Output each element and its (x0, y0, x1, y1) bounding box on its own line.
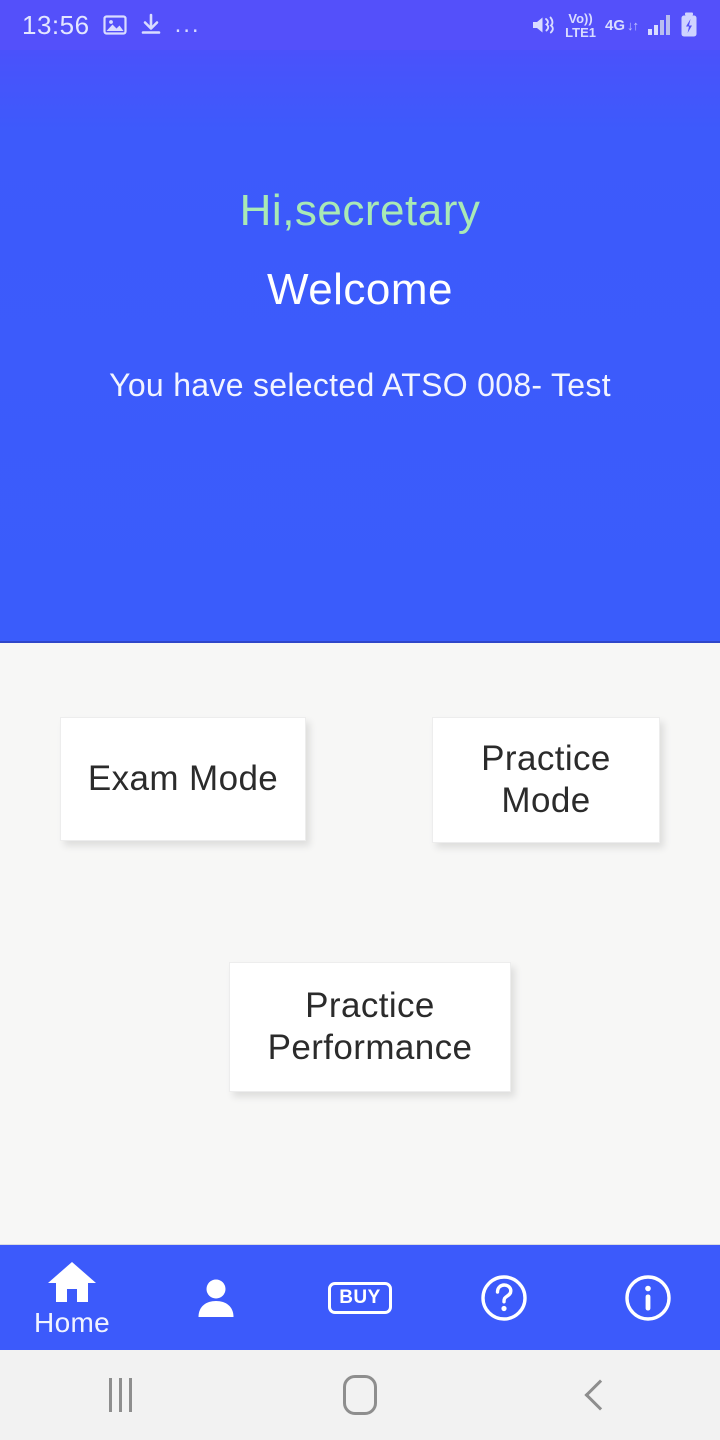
nav-item-info[interactable] (576, 1245, 720, 1350)
nav-item-home-label: Home (34, 1306, 110, 1338)
help-question-circle-icon (479, 1273, 529, 1323)
data-transfer-arrows-icon: ↓↑ (627, 17, 639, 33)
android-back-button[interactable] (480, 1350, 720, 1440)
home-icon (46, 1259, 98, 1305)
phone-screen: 13:56 ... Vo)) LTE1 4G ↓↑ Hi,secretary W… (0, 0, 720, 1440)
main-content: Exam Mode Practice Mode Practice Perform… (0, 643, 720, 1244)
exam-mode-label: Exam Mode (87, 759, 279, 798)
image-icon (102, 13, 127, 37)
person-icon (192, 1274, 240, 1322)
performance-card-row: Practice Performance (0, 962, 720, 1092)
practice-performance-card[interactable]: Practice Performance (229, 962, 511, 1092)
network-type-label: 4G (604, 16, 625, 34)
android-home-button[interactable] (240, 1350, 480, 1440)
buy-badge-icon: BUY (328, 1281, 392, 1314)
network-4g-icon: 4G ↓↑ (604, 16, 639, 34)
home-icon (343, 1375, 377, 1415)
practice-performance-label: Practice Performance (267, 986, 473, 1067)
nav-item-help[interactable] (432, 1245, 576, 1350)
nav-item-buy[interactable]: BUY (288, 1245, 432, 1350)
mode-card-row: Exam Mode Practice Mode (0, 717, 720, 843)
status-bar-left: 13:56 ... (22, 10, 530, 41)
greeting-text: Hi,secretary (239, 185, 481, 235)
volte-top-label: Vo)) (568, 10, 593, 26)
selected-test-text: You have selected ATSO 008- Test (109, 366, 611, 403)
signal-bars-icon (647, 14, 671, 36)
mute-icon (530, 12, 556, 38)
hero-banner: Hi,secretary Welcome You have selected A… (0, 50, 720, 643)
android-recents-button[interactable] (0, 1350, 240, 1440)
volte-bottom-label: LTE1 (565, 24, 596, 40)
download-icon (140, 13, 162, 37)
overflow-dots-icon: ... (174, 11, 201, 38)
practice-mode-card[interactable]: Practice Mode (432, 717, 660, 843)
back-icon (584, 1379, 616, 1411)
info-circle-icon (623, 1273, 673, 1323)
battery-charging-icon (680, 12, 698, 38)
status-bar-clock: 13:56 (22, 9, 90, 40)
welcome-text: Welcome (266, 264, 454, 314)
nav-item-home[interactable]: Home (0, 1245, 144, 1350)
bottom-navigation-bar: Home BUY (0, 1244, 720, 1350)
practice-mode-label: Practice Mode (481, 739, 611, 820)
status-bar-right: Vo)) LTE1 4G ↓↑ (530, 12, 698, 39)
exam-mode-card[interactable]: Exam Mode (60, 717, 306, 841)
volte-icon: Vo)) LTE1 (565, 12, 596, 39)
recents-icon (108, 1378, 132, 1412)
status-bar: 13:56 ... Vo)) LTE1 4G ↓↑ (0, 0, 720, 50)
android-navigation-bar (0, 1350, 720, 1440)
nav-item-profile[interactable] (144, 1245, 288, 1350)
